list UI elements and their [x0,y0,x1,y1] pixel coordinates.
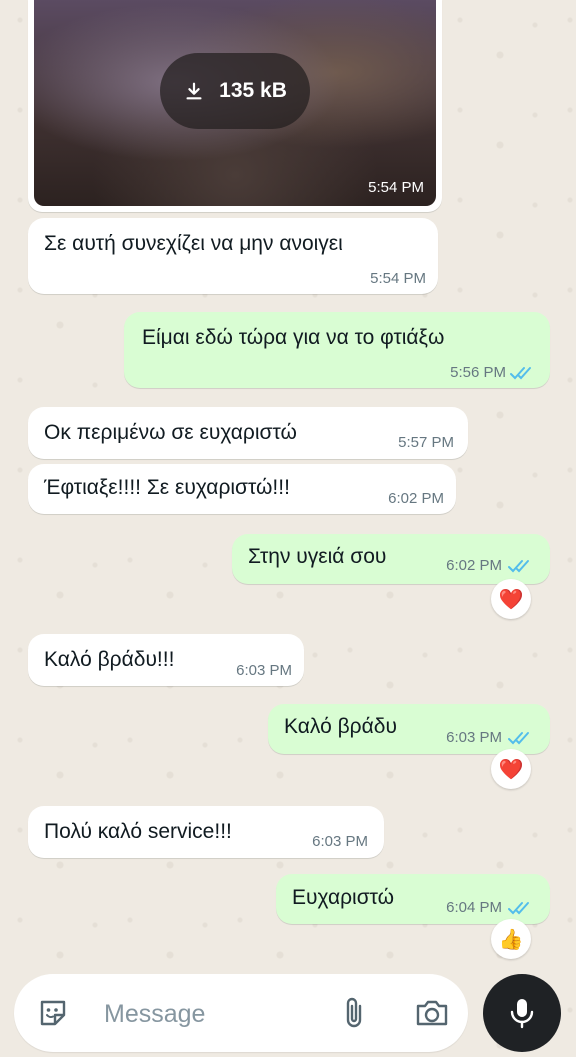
download-button[interactable]: 135 kB [160,53,310,129]
sticker-icon[interactable] [36,996,70,1030]
incoming-message[interactable]: Καλό βράδυ!!! 6:03 PM [28,634,304,686]
message-time: 5:56 PM [450,364,506,381]
incoming-message[interactable]: Οκ περιμένω σε ευχαριστώ 5:57 PM [28,407,468,459]
mic-icon [510,999,534,1029]
message-time: 6:03 PM [236,662,292,679]
message-time: 6:04 PM [446,899,502,916]
read-receipt-icon [508,732,529,745]
message-text: Καλό βράδυ [284,715,397,738]
message-input[interactable] [102,994,346,1034]
outgoing-message[interactable]: Είμαι εδώ τώρα για να το φτιάξω 5:56 PM [124,312,550,388]
message-time: 6:02 PM [388,490,444,507]
attach-icon[interactable] [340,994,368,1032]
message-text: Σε αυτή συνεχίζει να μην ανοιγει [44,232,343,255]
message-time: 6:02 PM [446,557,502,574]
heart-icon: ❤️ [498,758,524,781]
heart-reaction[interactable]: ❤️ [491,579,531,619]
message-text: Στην υγειά σου [248,545,387,568]
read-receipt-icon [508,560,529,573]
read-receipt-icon [510,367,531,380]
download-size: 135 kB [219,79,287,102]
camera-icon[interactable] [414,996,450,1030]
image-message[interactable]: 135 kB 5:54 PM [28,0,442,212]
message-text: Είμαι εδώ τώρα για να το φτιάξω [142,326,445,349]
message-text: Έφτιαξε!!!! Σε ευχαριστώ!!! [44,476,290,499]
message-text: Καλό βράδυ!!! [44,648,175,671]
message-composer [14,974,468,1052]
outgoing-message[interactable]: Ευχαριστώ 6:04 PM [276,874,550,924]
message-time: 5:54 PM [370,270,426,287]
incoming-message[interactable]: Σε αυτή συνεχίζει να μην ανοιγει 5:54 PM [28,218,438,294]
voice-message-button[interactable] [483,974,561,1052]
message-text: Οκ περιμένω σε ευχαριστώ [44,421,297,444]
message-time: 6:03 PM [446,729,502,746]
message-text: Πολύ καλό service!!! [44,820,232,843]
blurred-photo[interactable]: 135 kB 5:54 PM [34,0,436,206]
incoming-message[interactable]: Έφτιαξε!!!! Σε ευχαριστώ!!! 6:02 PM [28,464,456,514]
outgoing-message[interactable]: Καλό βράδυ 6:03 PM [268,704,550,754]
heart-icon: ❤️ [498,588,524,611]
outgoing-message[interactable]: Στην υγειά σου 6:02 PM [232,534,550,584]
download-icon [186,82,202,100]
message-time: 5:57 PM [398,434,454,451]
heart-reaction[interactable]: ❤️ [491,749,531,789]
thumbs-up-reaction[interactable]: 👍 [491,919,531,959]
incoming-message[interactable]: Πολύ καλό service!!! 6:03 PM [28,806,384,858]
message-time: 5:54 PM [368,179,424,196]
message-text: Ευχαριστώ [292,886,395,909]
message-time: 6:03 PM [312,833,368,850]
read-receipt-icon [508,902,529,915]
thumbs-up-icon: 👍 [498,928,524,951]
